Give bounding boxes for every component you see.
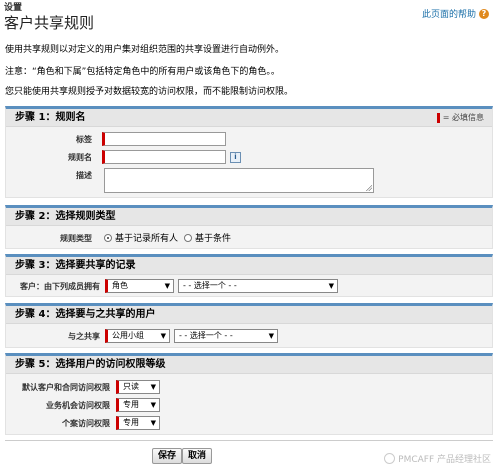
- access-label-default: 默认客户和合同访问权限: [22, 383, 110, 392]
- required-legend: = 必填信息: [436, 112, 484, 123]
- label-field-label: 标签: [76, 135, 92, 144]
- access-select-opportunity-value[interactable]: 专用: [123, 400, 139, 409]
- step5-section: 步骤 5：选择用户的访问权限等级 默认客户和合同访问权限 只读 ▼ 业务机会访问…: [5, 353, 493, 435]
- radio-criteria-based[interactable]: [184, 233, 193, 242]
- step2-title: 步骤 2：选择规则类型: [6, 208, 492, 226]
- info-icon[interactable]: i: [230, 152, 241, 163]
- access-label-case: 个案访问权限: [62, 419, 110, 428]
- radio-owner-based[interactable]: [104, 233, 112, 242]
- share-with-label: 与之共享: [68, 332, 100, 341]
- access-select-case[interactable]: 专用 ▼: [116, 416, 160, 430]
- step5-title: 步骤 5：选择用户的访问权限等级: [6, 356, 492, 374]
- description-field-label: 描述: [76, 171, 92, 180]
- chevron-down-icon[interactable]: ▼: [161, 330, 166, 342]
- chevron-down-icon[interactable]: ▼: [151, 417, 156, 429]
- owner-label: 客户：由下列成员拥有: [20, 282, 100, 291]
- share-with-value-select-value[interactable]: - - 选择一个 - -: [179, 331, 233, 340]
- watermark-label: PMCAFF 产品经理社区: [398, 455, 491, 465]
- description-textarea[interactable]: [104, 168, 374, 193]
- chevron-down-icon[interactable]: ▼: [151, 381, 156, 393]
- rule-type-radio-group: 基于记录所有人 基于条件: [104, 231, 237, 244]
- rule-name-input[interactable]: [102, 150, 226, 164]
- rule-type-label: 规则类型: [60, 234, 92, 243]
- page-title: 客户共享规则: [4, 14, 95, 32]
- step4-section: 步骤 4：选择要与之共享的用户 与之共享 公用小组 ▼ - - 选择一个 - -…: [5, 303, 493, 348]
- required-indicator: [436, 112, 440, 123]
- step3-title: 步骤 3：选择要共享的记录: [6, 257, 492, 275]
- access-select-opportunity[interactable]: 专用 ▼: [116, 398, 160, 412]
- label-input[interactable]: [102, 132, 226, 146]
- help-link[interactable]: 此页面的帮助 ?: [422, 7, 489, 20]
- access-select-default-value[interactable]: 只读: [123, 382, 139, 391]
- cancel-button[interactable]: 取消: [182, 448, 213, 464]
- share-with-type-select-value[interactable]: 公用小组: [112, 331, 144, 340]
- chevron-down-icon[interactable]: ▼: [269, 330, 274, 342]
- owner-value-select-value[interactable]: - - 选择一个 - -: [183, 281, 237, 290]
- chevron-down-icon[interactable]: ▼: [165, 280, 170, 292]
- description-line-3: 您只能使用共享规则授予对数据较宽的访问权限，而不能限制访问权限。: [5, 87, 294, 97]
- owner-type-select[interactable]: 角色 ▼: [105, 279, 174, 293]
- description-line-1: 使用共享规则以对定义的用户集对组织范围的共享设置进行自动例外。: [5, 45, 285, 55]
- watermark: PMCAFF 产品经理社区: [384, 452, 491, 465]
- pmcaff-logo-icon: [384, 453, 396, 464]
- page-header: 设置 客户共享规则: [4, 3, 94, 32]
- share-with-value-select[interactable]: - - 选择一个 - - ▼: [174, 329, 278, 343]
- save-button[interactable]: 保存: [152, 448, 183, 464]
- resize-grip-icon[interactable]: [365, 184, 372, 191]
- breadcrumb[interactable]: 设置: [4, 3, 94, 13]
- help-link-label[interactable]: 此页面的帮助: [422, 7, 476, 20]
- owner-type-select-value[interactable]: 角色: [112, 281, 128, 290]
- divider: [5, 440, 493, 441]
- access-label-opportunity: 业务机会访问权限: [46, 401, 110, 410]
- owner-value-select[interactable]: - - 选择一个 - - ▼: [178, 279, 338, 293]
- access-select-case-value[interactable]: 专用: [123, 418, 139, 427]
- step3-section: 步骤 3：选择要共享的记录 客户：由下列成员拥有 角色 ▼ - - 选择一个 -…: [5, 254, 493, 297]
- step2-section: 步骤 2：选择规则类型 规则类型 基于记录所有人 基于条件: [5, 205, 493, 249]
- radio-criteria-based-label[interactable]: 基于条件: [195, 231, 231, 244]
- chevron-down-icon[interactable]: ▼: [329, 280, 334, 292]
- step1-title: 步骤 1：规则名: [6, 109, 492, 127]
- required-legend-label: = 必填信息: [442, 113, 484, 122]
- share-with-type-select[interactable]: 公用小组 ▼: [105, 329, 170, 343]
- access-select-default[interactable]: 只读 ▼: [116, 380, 160, 394]
- step4-title: 步骤 4：选择要与之共享的用户: [6, 306, 492, 324]
- chevron-down-icon[interactable]: ▼: [151, 399, 156, 411]
- step1-section: 步骤 1：规则名 = 必填信息 标签 规则名 i 描述: [5, 106, 493, 198]
- help-icon[interactable]: ?: [479, 8, 489, 19]
- description-line-2: 注意：“角色和下属”包括特定角色中的所有用户或该角色下的角色。。: [5, 67, 280, 77]
- rule-name-field-label: 规则名: [68, 153, 92, 162]
- radio-owner-based-label[interactable]: 基于记录所有人: [115, 231, 178, 244]
